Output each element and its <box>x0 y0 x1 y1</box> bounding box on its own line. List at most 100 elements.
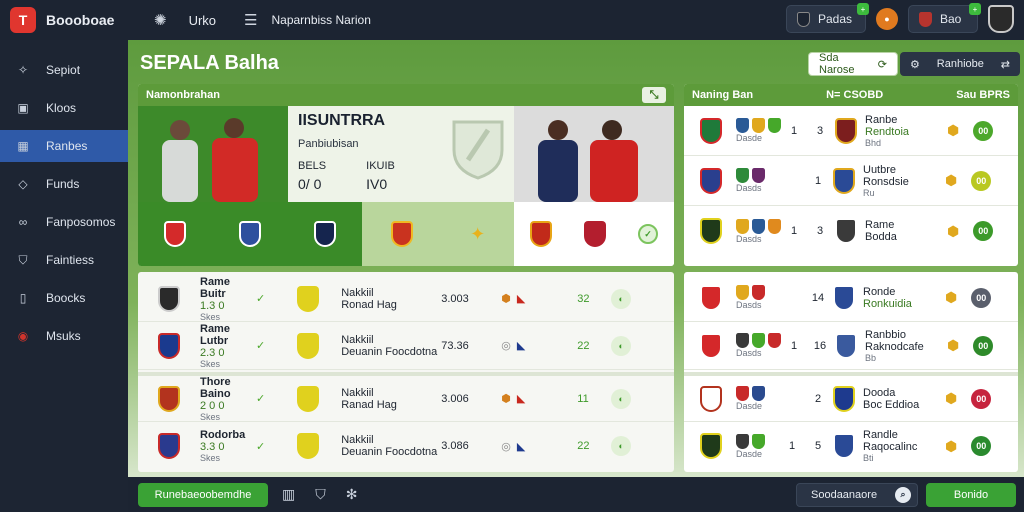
sidebar-item-fanposomos[interactable]: ∞ Fanposomos <box>0 206 128 238</box>
club-crest-icon[interactable] <box>390 221 413 247</box>
club-crest-icon <box>752 218 765 234</box>
row-badge[interactable]: 00 <box>971 436 992 456</box>
club-crest-icon[interactable] <box>238 221 261 247</box>
club-crest-icon <box>700 385 722 412</box>
table-row[interactable]: Dasde 1 3 Ranbe Rendtoia Bhd ⬢ 00 <box>684 106 1018 156</box>
sidebar-item-boocks[interactable]: ▯ Boocks <box>0 282 128 314</box>
avatar[interactable]: ● <box>876 8 898 30</box>
sidebar-item-ranbes[interactable]: ▦ Ranbes <box>0 130 128 162</box>
row-badge[interactable]: 00 <box>973 120 994 141</box>
top-bar: T Boooboae ✺ Urko ☰ Naparnbiss Narion Pa… <box>0 0 1024 40</box>
calendar-icon[interactable]: ▥ <box>282 486 295 503</box>
confirm-button[interactable]: Bonido <box>926 482 1016 507</box>
club-crest-icon <box>768 333 781 348</box>
expand-icon[interactable]: ⤡ <box>642 87 666 103</box>
table-row[interactable]: Dasde 1 5 Randle Raqocalinc Bti ⬢ 00 <box>684 422 1018 470</box>
table-row[interactable]: Dasde 2 Dooda Boc Eddioa ⬢ 00 <box>684 376 1018 422</box>
club-crest-icon[interactable] <box>530 221 552 247</box>
stat-label: BELS <box>298 160 327 172</box>
nav-title[interactable]: Naparnbiss Narion <box>271 13 370 27</box>
row-mid-value: 1 <box>791 225 798 237</box>
search-icon[interactable]: ⌕ <box>895 486 911 503</box>
match-sub1: 2.3 0 <box>200 346 225 359</box>
account-button[interactable]: Padas + <box>786 3 869 33</box>
refresh-icon: ⟳ <box>877 58 887 71</box>
club-crest-icon: ⬢ <box>501 393 511 405</box>
row-badge[interactable]: 00 <box>971 287 992 308</box>
sidebar-item-msuks[interactable]: ◉ Msuks <box>0 320 128 352</box>
info-icon[interactable]: ◐ <box>611 436 632 456</box>
club-crest-icon[interactable] <box>164 221 187 247</box>
match-sub2: Skes <box>200 311 221 322</box>
match-row[interactable]: Thore Baino 2 0 0 Skes ✓ Nakkiil Ranad Hag … <box>138 376 674 422</box>
club-crest-icon <box>736 118 749 133</box>
match-team: Rame Buitr <box>200 275 230 300</box>
match-opponent: Nakkiil <box>341 434 374 446</box>
club-crest-icon[interactable] <box>584 221 606 247</box>
menu-icon[interactable]: ☰ <box>244 11 257 29</box>
ranhiobe-button[interactable]: ⚙ Ranhiobe ⇄ <box>900 52 1020 76</box>
club-crest-icon <box>158 332 180 359</box>
profile-crest-icon[interactable] <box>988 5 1014 33</box>
narose-label: Sda Narose <box>819 52 855 76</box>
club-crest-icon <box>919 11 932 27</box>
app-logo[interactable]: T <box>10 7 36 33</box>
row-name: Ronde <box>863 285 896 298</box>
row-badge[interactable]: 00 <box>971 388 992 409</box>
narose-button[interactable]: Sda Narose ⟳ <box>808 52 898 76</box>
sidebar-item-sepiot[interactable]: ✧ Sepiot <box>0 54 128 86</box>
search-field[interactable]: Soodaanaore ⌕ <box>796 482 918 507</box>
club-crest-icon <box>835 117 857 144</box>
match-row[interactable]: Rodorba 3.3 0 Skes ✓ Nakkiil Deuanin Foocdo… <box>138 422 674 470</box>
club-crest-icon <box>297 433 320 459</box>
info-icon[interactable]: ◐ <box>611 388 632 409</box>
match-row[interactable]: Rame Buitr 1.3 0 Skes ✓ Nakkiil Ronad Hag 3… <box>138 276 674 322</box>
sidebar-item-label: Sepiot <box>46 63 81 77</box>
box-icon: ▣ <box>17 101 29 115</box>
crest-group-mid: ✦ <box>362 202 514 266</box>
match-detail: Ronad Hag <box>341 298 397 311</box>
featured-head-label: Namonbrahan <box>146 89 220 101</box>
primary-action-button[interactable]: Runebaeoobemdhe <box>138 482 268 507</box>
table-row[interactable]: Dasds 14 Ronde Ronkuidia ⬢ 00 <box>684 274 1018 322</box>
table-row[interactable]: Dasds 1 3 Rame Bodda ⬢ 00 <box>684 206 1018 256</box>
sparkle-icon[interactable]: ✺ <box>154 11 167 29</box>
row-badge[interactable]: 00 <box>973 335 994 356</box>
info-icon[interactable]: ◐ <box>611 335 632 356</box>
user-label: Bao <box>940 12 962 26</box>
club-crest-icon <box>158 433 180 459</box>
row-note: Dasds <box>736 348 762 358</box>
club-crest-icon <box>768 118 781 133</box>
swap-icon: ⇄ <box>1000 58 1010 71</box>
match-row[interactable]: Rame Lutbr 2.3 0 Skes ✓ Nakkiil Deuanin Foo… <box>138 322 674 370</box>
row-badge[interactable]: 00 <box>971 170 992 191</box>
club-crest-icon[interactable] <box>313 221 336 247</box>
check-icon[interactable]: ✓ <box>638 224 658 244</box>
club-crest-icon <box>736 433 749 449</box>
sidebar-item-kloos[interactable]: ▣ Kloos <box>0 92 128 124</box>
user-menu-button[interactable]: Bao + <box>908 3 981 33</box>
settings-icon[interactable]: ✻ <box>346 486 358 503</box>
table-row[interactable]: Dasds 1 Uutbre Ronsdsie Ru ⬢ 00 <box>684 156 1018 206</box>
club-crest-icon <box>736 285 749 300</box>
medal-icon: ⬢ <box>945 289 958 305</box>
section-label[interactable]: Urko <box>189 13 216 28</box>
crest-group-left <box>138 202 362 266</box>
match-detail: Deuanin Foocdotna <box>341 345 438 358</box>
club-crest-icon <box>297 332 320 359</box>
account-label: Padas <box>818 12 853 26</box>
sidebar-item-label: Ranbes <box>46 139 88 153</box>
row-score: 5 <box>814 440 822 452</box>
info-icon[interactable]: ◐ <box>611 288 632 309</box>
row-badge[interactable]: 00 <box>973 221 994 241</box>
check-icon: ✓ <box>256 440 266 453</box>
sidebar-item-funds[interactable]: ◇ Funds <box>0 168 128 200</box>
match-sub1: 3.3 0 <box>200 441 225 453</box>
shield-icon[interactable]: ⛉ <box>315 486 326 503</box>
row-detail: Ronkuidia <box>863 297 912 310</box>
club-crest-icon <box>158 385 180 412</box>
club-crest-icon: ⬢ <box>501 293 511 305</box>
row-detail: Raqocalinc <box>863 441 918 453</box>
table-row[interactable]: Dasds 1 16 Ranbbio Raknodcafe Bb ⬢ 00 <box>684 322 1018 370</box>
sidebar-item-faintiess[interactable]: ⛉ Faintiess <box>0 244 128 276</box>
